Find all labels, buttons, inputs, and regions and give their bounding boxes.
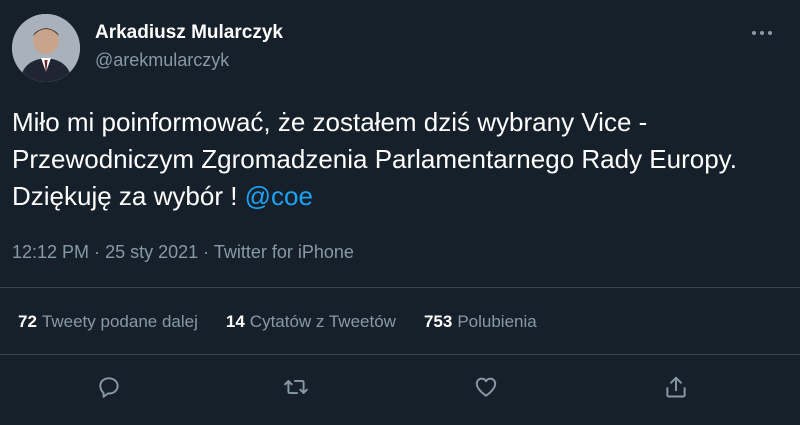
tweet-meta: 12:12 PM · 25 sty 2021 · Twitter for iPh… bbox=[12, 242, 354, 263]
avatar[interactable] bbox=[12, 14, 80, 82]
tweet-source[interactable]: Twitter for iPhone bbox=[214, 242, 354, 262]
meta-separator: · bbox=[203, 242, 210, 262]
retweet-icon bbox=[284, 379, 308, 395]
retweets-stat[interactable]: 72 Tweety podane dalej bbox=[18, 312, 198, 332]
tweet-date[interactable]: 25 sty 2021 bbox=[105, 242, 198, 262]
like-button[interactable] bbox=[471, 372, 501, 402]
mention-link[interactable]: @coe bbox=[245, 181, 313, 211]
heart-icon bbox=[475, 377, 497, 397]
likes-count: 753 bbox=[423, 312, 453, 331]
author-handle[interactable]: @arekmularczyk bbox=[95, 50, 229, 71]
divider bbox=[0, 354, 800, 355]
retweet-button[interactable] bbox=[281, 372, 311, 402]
author-name[interactable]: Arkadiusz Mularczyk bbox=[95, 22, 283, 44]
reply-button[interactable] bbox=[94, 372, 124, 402]
quotes-count: 14 bbox=[225, 312, 245, 331]
quotes-label: Cytatów z Tweetów bbox=[249, 312, 396, 331]
tweet-card: Arkadiusz Mularczyk @arekmularczyk Miło … bbox=[0, 0, 800, 425]
tweet-body: Miło mi poinformować, że zostałem dziś w… bbox=[12, 107, 737, 211]
retweets-count: 72 bbox=[18, 312, 37, 331]
retweets-label: Tweety podane dalej bbox=[41, 312, 198, 331]
divider bbox=[0, 287, 800, 288]
likes-label: Polubienia bbox=[457, 312, 537, 331]
meta-separator: · bbox=[94, 242, 101, 262]
quotes-stat[interactable]: 14 Cytatów z Tweetów bbox=[226, 312, 396, 332]
more-horizontal-icon[interactable] bbox=[748, 22, 776, 44]
tweet-text: Miło mi poinformować, że zostałem dziś w… bbox=[12, 104, 782, 215]
tweet-stats: 72 Tweety podane dalej 14 Cytatów z Tweetó… bbox=[18, 312, 537, 332]
share-button[interactable] bbox=[661, 372, 691, 402]
likes-stat[interactable]: 753 Polubienia bbox=[424, 312, 537, 332]
share-icon bbox=[666, 376, 686, 398]
tweet-time[interactable]: 12:12 PM bbox=[12, 242, 89, 262]
reply-icon bbox=[99, 377, 119, 398]
